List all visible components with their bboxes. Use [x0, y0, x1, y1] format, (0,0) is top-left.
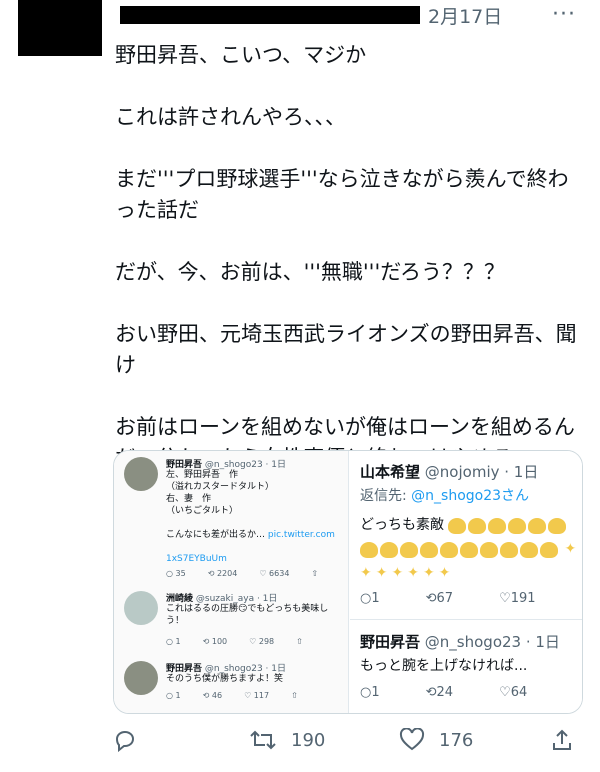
tweet-body-text: 左、野田昇吾 作 （溢れカスタードタルト） 右、妻 作 （いちごタルト） こんな…	[166, 470, 275, 540]
redacted-username	[120, 6, 420, 24]
tweet-paragraph: だが、今、お前は、'''無職'''だろう？？？	[115, 260, 505, 284]
retweet-count: ⟲24	[425, 685, 454, 700]
retweet-count: ⟲ 2204	[207, 569, 238, 578]
share-icon: ⇧	[311, 569, 319, 578]
like-num: 191	[510, 591, 536, 606]
tweet-paragraph: これは許されんやろ、、、	[115, 105, 346, 129]
embedded-actions: ○ 1 ⟲ 100 ♡ 298 ⇧	[166, 637, 325, 646]
embedded-tweet: 野田昇吾 @n_shogo23 · 1日 左、野田昇吾 作 （溢れカスタードタル…	[124, 457, 346, 577]
right-screenshot: 山本希望 @nojomiy · 1日 返信先: @n_shogo23さん どっち…	[350, 451, 582, 713]
reply-num: 1	[371, 685, 380, 700]
avatar[interactable]	[18, 0, 102, 56]
tweet-paragraph: 野田昇吾、こいつ、マジか	[115, 43, 367, 67]
reply-to-user: @n_shogo23さん	[411, 488, 530, 504]
like-num: 117	[253, 691, 270, 700]
retweet-count: ⟲ 46	[202, 691, 223, 700]
reply-count: ○1	[360, 685, 380, 700]
media-image[interactable]: 野田昇吾 @n_shogo23 · 1日 左、野田昇吾 作 （溢れカスタードタル…	[113, 450, 583, 714]
tweet-body: これはるるの圧勝😏でもどっちも美味し う！	[166, 604, 329, 626]
share-icon: ⇧	[296, 637, 303, 646]
author-meta: @n_shogo23 · 1日	[424, 633, 560, 651]
retweet-num: 67	[436, 591, 454, 606]
tweet-link: pic.twitter.com	[267, 530, 335, 540]
like-button[interactable]: 176	[399, 728, 473, 752]
tweet-date[interactable]: 2月17日	[428, 2, 502, 29]
retweet-count: ⟲67	[425, 591, 454, 606]
reply-header: 山本希望 @nojomiy · 1日	[360, 461, 538, 482]
retweet-count: 190	[291, 729, 326, 751]
like-count: ♡ 117	[244, 691, 270, 700]
like-count: ♡191	[499, 591, 536, 606]
reply-num: 1	[371, 591, 380, 606]
share-icon	[553, 729, 571, 750]
retweet-num: 24	[436, 685, 454, 700]
reply-header: 野田昇吾 @n_shogo23 · 1日	[360, 631, 560, 652]
embedded-actions: ○ 1 ⟲ 46 ♡ 117 ⇧	[166, 691, 320, 700]
like-count: ♡ 6634	[259, 569, 290, 578]
author-name: 山本希望	[360, 463, 421, 481]
like-count: 176	[439, 729, 474, 751]
share-icon: ⇧	[291, 691, 298, 700]
retweet-button[interactable]: 190	[249, 728, 325, 752]
like-icon	[399, 728, 425, 751]
avatar	[124, 591, 158, 625]
reply-count: ○1	[360, 591, 380, 606]
tweet-paragraph: まだ'''プロ野球選手'''なら泣きながら羨んで終わった話だ	[115, 167, 569, 222]
tweet-body: そのうち僕が勝ちますよ！笑	[166, 674, 284, 684]
author-meta: @nojomiy · 1日	[424, 463, 539, 481]
like-count: ♡64	[499, 685, 528, 700]
author-name: 野田昇吾	[360, 633, 421, 651]
reply-icon	[115, 730, 135, 752]
reply-num: 1	[175, 637, 181, 646]
like-num: 64	[510, 685, 528, 700]
left-screenshot: 野田昇吾 @n_shogo23 · 1日 左、野田昇吾 作 （溢れカスタードタル…	[114, 451, 349, 713]
more-icon[interactable]: ···	[552, 2, 576, 27]
reply-body: どっちも素敵	[360, 517, 444, 533]
tweet-body: 左、野田昇吾 作 （溢れカスタードタルト） 右、妻 作 （いちごタルト） こんな…	[166, 469, 335, 541]
avatar	[124, 457, 158, 491]
reply-num: 1	[175, 691, 181, 700]
reply-num: 35	[175, 569, 186, 578]
like-num: 6634	[269, 569, 290, 578]
reply-actions: ○1 ⟲67 ♡191	[360, 591, 582, 606]
retweet-num: 100	[211, 637, 228, 646]
reply-to: 返信先: @n_shogo23さん	[360, 485, 529, 505]
retweet-num: 2204	[216, 569, 238, 578]
reply-count: ○ 1	[166, 637, 181, 646]
embedded-actions: ○ 35 ⟲ 2204 ♡ 6634 ⇧	[166, 569, 340, 578]
retweet-num: 46	[211, 691, 223, 700]
divider	[350, 619, 582, 620]
tweet-text: 野田昇吾、こいつ、マジか これは許されんやろ、、、 まだ'''プロ野球選手'''…	[115, 40, 585, 474]
tweet-link-cont: 1xS7EYBuUm	[166, 554, 227, 564]
reply-text: もっと腕を上げなければ...	[360, 658, 528, 674]
retweet-icon	[250, 730, 276, 750]
retweet-count: ⟲ 100	[202, 637, 228, 646]
reply-count: ○ 35	[166, 569, 186, 578]
tweet-paragraph: おい野田、元埼玉西武ライオンズの野田昇吾、聞け	[115, 322, 577, 377]
reply-text: どっちも素敵 ✦✦ ✦ ✦ ✦ ✦ ✦	[360, 513, 582, 585]
reply-count: ○ 1	[166, 691, 181, 700]
like-num: 298	[258, 637, 275, 646]
share-button[interactable]	[550, 728, 574, 752]
reply-actions: ○1 ⟲24 ♡64	[360, 685, 573, 700]
reply-to-label: 返信先:	[360, 488, 412, 504]
reply-button[interactable]	[113, 728, 137, 752]
action-bar: 190 176	[113, 728, 583, 758]
like-count: ♡ 298	[249, 637, 275, 646]
tweet-container: 2月17日 ··· 野田昇吾、こいつ、マジか これは許されんやろ、、、 まだ''…	[0, 0, 600, 772]
avatar	[124, 661, 158, 695]
